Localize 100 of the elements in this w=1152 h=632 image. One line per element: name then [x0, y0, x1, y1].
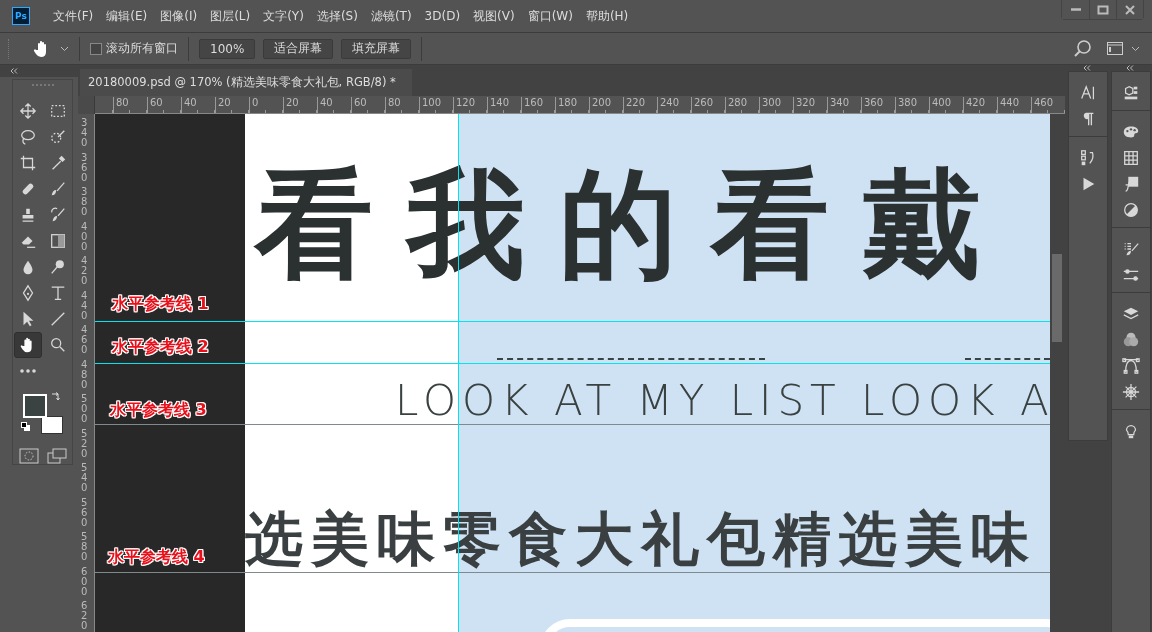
ruler-label: 80 — [113, 97, 129, 113]
ruler-label: 20 — [215, 97, 231, 113]
menu-item[interactable]: 编辑(E) — [101, 7, 153, 25]
maximize-icon — [1097, 3, 1109, 16]
ruler-label: 480 — [81, 359, 89, 390]
ruler-label: 200 — [589, 97, 612, 113]
background-color-swatch[interactable] — [40, 416, 63, 434]
history-brush-icon — [48, 206, 67, 224]
menu-item[interactable]: 3D(D) — [419, 9, 466, 23]
ruler-label: 60 — [147, 97, 163, 113]
guide-label: 水平参考线 4 — [108, 547, 205, 568]
ruler-label: 180 — [555, 97, 578, 113]
cube-icon — [1122, 84, 1140, 102]
marquee-icon — [48, 102, 67, 120]
collapse-icon[interactable] — [10, 68, 18, 74]
ruler-label: 600 — [81, 566, 89, 597]
ruler-label: 340 — [827, 97, 850, 113]
guide-label: 水平参考线 1 — [112, 294, 209, 315]
ruler-label: 380 — [895, 97, 918, 113]
ruler-label: 360 — [861, 97, 884, 113]
channels-icon — [1122, 331, 1140, 349]
ruler-label: 40 — [317, 97, 333, 113]
contrast-icon — [1122, 201, 1140, 219]
ruler-label: 160 — [521, 97, 544, 113]
ruler-label: 40 — [181, 97, 197, 113]
menu-item[interactable]: 滤镜(T) — [365, 7, 417, 25]
default-colors-icon[interactable] — [20, 422, 31, 432]
search-icon[interactable] — [1073, 38, 1093, 59]
more-icon — [19, 369, 36, 373]
ruler-label: 540 — [81, 463, 89, 493]
tool-button[interactable] — [13, 332, 42, 358]
ruler-label: 460 — [1031, 97, 1054, 113]
ruler-label: 400 — [81, 221, 89, 252]
ruler-label: 560 — [81, 497, 89, 528]
ship-wheel-icon — [1122, 383, 1140, 401]
collapse-icon[interactable] — [1126, 65, 1135, 71]
ruler-label: 340 — [81, 118, 89, 148]
ruler-label: 300 — [759, 97, 782, 113]
ruler-label: 380 — [81, 187, 89, 217]
ruler-label: 60 — [351, 97, 367, 113]
character-icon — [1079, 84, 1097, 102]
ruler-label: 80 — [385, 97, 401, 113]
menu-item[interactable]: 图层(L) — [205, 7, 256, 25]
swap-arrows-icon[interactable] — [50, 392, 61, 402]
ruler-label: 0 — [249, 97, 259, 113]
zoom-icon — [48, 336, 67, 354]
grid-icon — [1122, 149, 1140, 167]
scrollbar-thumb[interactable] — [1052, 254, 1062, 342]
collapse-icon[interactable] — [1082, 65, 1091, 71]
brush-list-icon — [1122, 240, 1140, 258]
history-icon — [1079, 149, 1097, 167]
menu-item[interactable]: 文件(F) — [48, 7, 99, 25]
zoom-option-button[interactable]: 适合屏幕 — [263, 38, 334, 59]
ruler-label: 120 — [453, 97, 476, 113]
scroll-all-windows-checkbox[interactable] — [90, 42, 102, 55]
crop-icon — [18, 154, 37, 172]
ruler-label: 20 — [283, 97, 299, 113]
scrollbar[interactable] — [1050, 114, 1065, 632]
ruler-label: 320 — [793, 97, 816, 113]
guide-label: 水平参考线 3 — [110, 400, 207, 421]
document-title: 20180009.psd @ 170% (精选美味零食大礼包, RGB/8) * — [88, 75, 396, 90]
ruler-label: 460 — [81, 325, 89, 355]
menu-item[interactable]: 帮助(H) — [580, 7, 634, 25]
workspace-icon[interactable] — [1107, 42, 1123, 55]
grip-handle[interactable] — [8, 38, 12, 59]
ruler-label: 520 — [81, 428, 89, 459]
ruler-label: 420 — [81, 256, 89, 286]
ruler-label: 280 — [725, 97, 748, 113]
ruler-label: 620 — [81, 601, 89, 631]
app-logo: Ps — [12, 7, 30, 25]
close-button[interactable] — [1116, 0, 1143, 19]
ruler-label: 260 — [691, 97, 714, 113]
quick-select-brush-icon — [48, 128, 67, 146]
zoom-option-button[interactable]: 填充屏幕 — [341, 38, 412, 59]
ruler-label: 220 — [623, 97, 646, 113]
ruler-label: 240 — [657, 97, 680, 113]
ruler-label: 360 — [81, 152, 89, 183]
minimize-icon — [1070, 8, 1081, 11]
sliders-icon — [1122, 266, 1140, 284]
close-icon — [1124, 3, 1136, 16]
move-icon — [18, 102, 37, 120]
lasso-icon — [18, 128, 37, 146]
document-tab[interactable]: 20180009.psd @ 170% (精选美味零食大礼包, RGB/8) * — [80, 69, 412, 96]
zoom-option-button[interactable]: 100% — [199, 38, 256, 59]
ruler-label: 500 — [81, 394, 89, 424]
menu-item[interactable]: 选择(S) — [311, 7, 363, 25]
gradient-icon — [48, 232, 67, 250]
menu-item[interactable]: 文字(Y) — [258, 7, 309, 25]
ruler-label: 440 — [997, 97, 1020, 113]
caret-icon[interactable] — [60, 45, 69, 52]
caret-icon[interactable] — [1131, 45, 1140, 52]
menu-item[interactable]: 窗口(W) — [522, 7, 578, 25]
ruler-label: 140 — [487, 97, 510, 113]
menu-item[interactable]: 视图(V) — [468, 7, 520, 25]
bezier-path-icon — [1122, 357, 1140, 375]
ruler-label: 400 — [929, 97, 952, 113]
checkbox-label: 滚动所有窗口 — [106, 40, 178, 57]
foreground-color-swatch[interactable] — [22, 394, 47, 418]
screen-mode-icon[interactable] — [46, 448, 67, 464]
menu-item[interactable]: 图像(I) — [155, 7, 203, 25]
